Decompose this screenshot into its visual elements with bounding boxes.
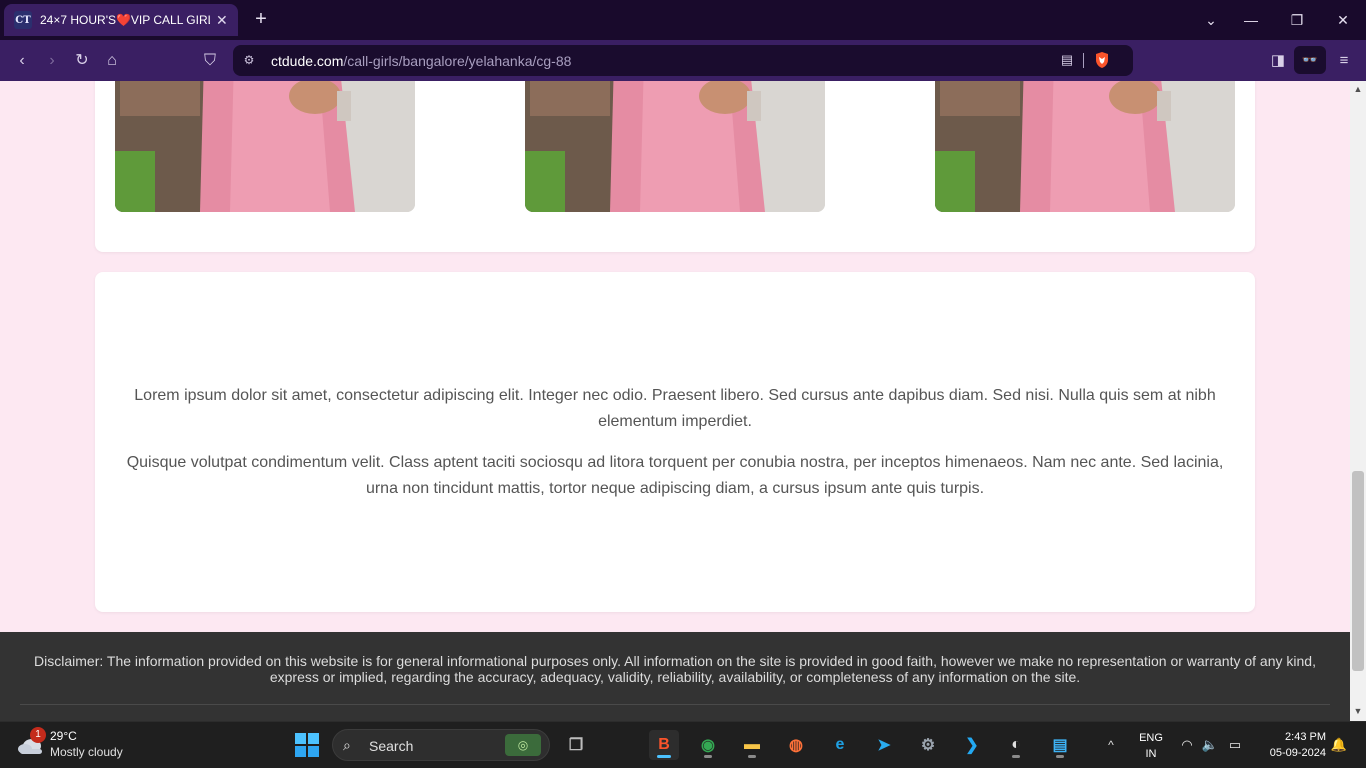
taskbar-app-media-player[interactable]: ◐ (1001, 730, 1031, 760)
taskbar-app-task-view[interactable]: ❐ (561, 730, 591, 760)
site-favicon-icon: CT (14, 11, 32, 29)
window-close-button[interactable]: ✕ (1331, 8, 1355, 32)
system-clock[interactable]: 2:43 PM 05-09-2024 (1252, 729, 1326, 761)
home-button[interactable]: ⌂ (100, 49, 124, 73)
task-view-icon: ❐ (568, 737, 584, 754)
sidebar-toggle-icon[interactable]: ◨ (1266, 49, 1290, 73)
notepad-icon: ▤ (1052, 737, 1068, 754)
scroll-up-icon[interactable]: ▲ (1350, 81, 1366, 97)
brave-icon: B (658, 736, 670, 753)
clock-time: 2:43 PM (1285, 731, 1326, 743)
battery-icon[interactable]: ▭ (1226, 736, 1244, 754)
notification-bell-icon[interactable]: 🔔 (1330, 736, 1348, 754)
forward-button[interactable]: › (40, 49, 64, 73)
browser-tab[interactable]: CT 24×7 HOUR'S❤️VIP CALL GIRLS ✕ (4, 4, 238, 36)
wallet-button[interactable]: 👓 (1294, 46, 1326, 74)
main-menu-icon[interactable]: ≡ (1332, 49, 1356, 73)
private-glasses-icon: 👓 (1301, 52, 1319, 67)
tab-close-icon[interactable]: ✕ (216, 12, 228, 29)
taskbar-search[interactable]: ⌕ Search ◎ (332, 729, 550, 761)
language-code: ENG (1139, 732, 1163, 744)
gallery-photo[interactable] (525, 81, 825, 212)
photo-image (935, 81, 1235, 212)
weather-temperature: 29°C (50, 729, 77, 743)
chrome-icon: ◉ (701, 737, 715, 754)
description-paragraph: Quisque volutpat condimentum velit. Clas… (126, 454, 1224, 497)
url-host: ctdude.com (271, 53, 344, 69)
tab-title: 24×7 HOUR'S❤️VIP CALL GIRLS (40, 13, 210, 27)
weather-condition: Mostly cloudy (50, 745, 123, 759)
show-hidden-icons-icon[interactable]: ^ (1102, 736, 1120, 754)
footer-divider (20, 704, 1330, 705)
gallery-photo[interactable] (115, 81, 415, 212)
photo-image (115, 81, 415, 212)
gallery-photo[interactable] (935, 81, 1235, 212)
site-footer: Disclaimer: The information provided on … (0, 632, 1350, 721)
site-info-icon[interactable]: ⚙ (241, 52, 257, 68)
taskbar-app-file-explorer[interactable]: ▬ (737, 730, 767, 760)
running-indicator (704, 755, 712, 758)
restore-button[interactable]: ❐ (1285, 8, 1309, 32)
brave-shields-icon[interactable] (1093, 51, 1111, 69)
edge-icon: e (835, 736, 845, 753)
vscode-icon: ❯ (965, 737, 979, 754)
search-icon: ⌕ (343, 737, 351, 753)
new-tab-button[interactable]: + (250, 8, 272, 30)
address-bar[interactable]: ⚙ ctdude.com/call-girls/bangalore/yelaha… (233, 45, 1133, 76)
tab-search-chevron-icon[interactable]: ⌄ (1199, 8, 1223, 32)
reader-mode-icon[interactable]: ▤ (1059, 52, 1075, 68)
taskbar-app-telegram[interactable]: ➤ (869, 730, 899, 760)
description-card: Lorem ipsum dolor sit amet, consectetur … (95, 272, 1255, 612)
taskbar-app-brave[interactable]: B (649, 730, 679, 760)
page-scrollbar[interactable]: ▲ ▼ (1350, 81, 1366, 721)
windows-taskbar: 1 29°C Mostly cloudy ⌕ Search ◎ ❐ B ◉ ▬ ◍ e ➤ ⚙… (0, 721, 1366, 768)
url-path: /call-girls/bangalore/yelahanka/cg-88 (343, 53, 572, 69)
volume-icon[interactable]: 🔈 (1201, 736, 1219, 754)
media-player-icon: ◐ (1011, 736, 1021, 753)
firefox-icon: ◍ (789, 737, 803, 754)
browser-tab-bar: CT 24×7 HOUR'S❤️VIP CALL GIRLS ✕ + ⌄ — ❐… (0, 0, 1366, 40)
url-separator (1083, 53, 1084, 68)
wifi-icon[interactable]: ◠ (1178, 736, 1196, 754)
language-indicator[interactable]: ENG IN (1136, 730, 1166, 762)
weather-badge: 1 (30, 727, 46, 743)
page-content: Lorem ipsum dolor sit amet, consectetur … (0, 81, 1350, 721)
bookmark-button[interactable]: ⛉ (198, 49, 222, 73)
region-code: IN (1145, 748, 1157, 760)
taskbar-app-vscode[interactable]: ❯ (957, 730, 987, 760)
running-indicator (657, 755, 671, 758)
taskbar-app-settings[interactable]: ⚙ (913, 730, 943, 760)
reload-button[interactable]: ↻ (70, 49, 94, 73)
gallery-card (95, 81, 1255, 252)
running-indicator (1056, 755, 1064, 758)
search-highlight-icon: ◎ (505, 734, 541, 756)
photo-image (525, 81, 825, 212)
minimize-button[interactable]: — (1239, 8, 1263, 32)
file-explorer-icon: ▬ (744, 736, 760, 753)
windows-start-icon[interactable] (295, 733, 319, 757)
clock-date: 05-09-2024 (1269, 747, 1326, 759)
running-indicator (1012, 755, 1020, 758)
search-label: Search (369, 738, 414, 754)
scrollbar-thumb[interactable] (1352, 471, 1364, 671)
running-indicator (748, 755, 756, 758)
taskbar-app-edge[interactable]: e (825, 730, 855, 760)
telegram-icon: ➤ (877, 737, 891, 754)
taskbar-app-chrome[interactable]: ◉ (693, 730, 723, 760)
disclaimer-text: Disclaimer: The information provided on … (34, 653, 1316, 685)
browser-toolbar: ‹ › ↻ ⌂ ⛉ ⚙ ctdude.com/call-girls/bangal… (0, 40, 1366, 81)
url-text[interactable]: ctdude.com/call-girls/bangalore/yelahank… (271, 53, 571, 69)
back-button[interactable]: ‹ (10, 49, 34, 73)
settings-icon: ⚙ (920, 737, 936, 754)
description-paragraph: Lorem ipsum dolor sit amet, consectetur … (134, 387, 1216, 430)
taskbar-app-notepad[interactable]: ▤ (1045, 730, 1075, 760)
taskbar-app-firefox[interactable]: ◍ (781, 730, 811, 760)
scroll-down-icon[interactable]: ▼ (1350, 703, 1366, 719)
